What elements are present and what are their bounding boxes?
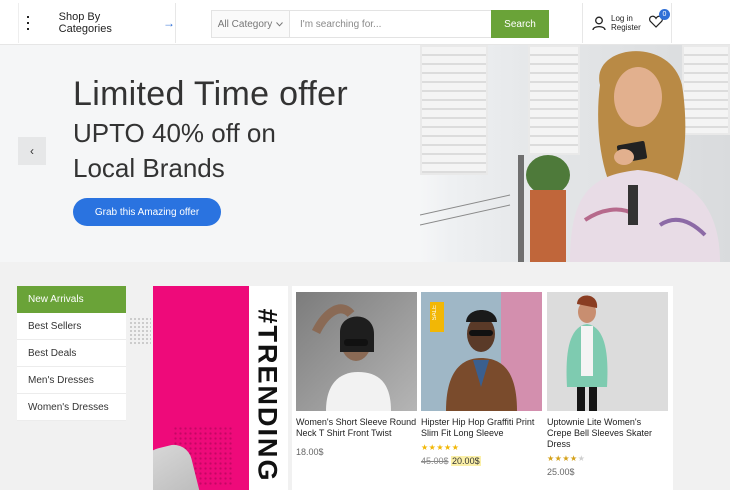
search-bar: All Category Search [211, 10, 549, 38]
chevron-left-icon: ‹ [30, 144, 34, 158]
decorative-dots [129, 317, 151, 345]
products-section: New Arrivals Best Sellers Best Deals Men… [0, 262, 730, 490]
trending-banner[interactable]: #TRENDING [153, 286, 288, 490]
model-illustration [420, 51, 720, 262]
hero-subtitle-line1: UPTO 40% off on [73, 118, 276, 148]
menu-icon [27, 16, 49, 30]
star-empty-icon: ★ [577, 454, 586, 463]
hero-title: Limited Time offer [73, 75, 348, 113]
user-icon[interactable] [592, 16, 606, 31]
hero-model-photo [420, 45, 730, 262]
rating-stars: ★★★★★ [547, 454, 668, 463]
trending-text-wrap: #TRENDING [247, 300, 287, 490]
product-name[interactable]: Uptownie Lite Women's Crepe Bell Sleeves… [547, 417, 668, 450]
page: Shop By Categories → All Category Search… [0, 0, 730, 490]
product-photo-woman-tshirt [296, 292, 417, 411]
product-grid: Women's Short Sleeve Round Neck T Shirt … [292, 286, 673, 490]
login-link[interactable]: Log in [611, 14, 641, 23]
wishlist-count-badge: 0 [659, 9, 670, 20]
top-header: Shop By Categories → All Category Search… [0, 0, 730, 45]
side-menu-item-mens-dresses[interactable]: Men's Dresses [17, 367, 126, 394]
product-old-price: 45.00$ [421, 456, 449, 466]
side-menu-item-best-sellers[interactable]: Best Sellers [17, 313, 126, 340]
register-link[interactable]: Register [611, 23, 641, 32]
login-register-link[interactable]: Log in Register [611, 14, 641, 32]
search-input[interactable] [290, 11, 491, 37]
grab-offer-button[interactable]: Grab this Amazing offer [73, 198, 221, 226]
product-card[interactable]: Uptownie Lite Women's Crepe Bell Sleeves… [547, 292, 668, 477]
product-price: 18.00$ [296, 447, 324, 457]
chevron-down-icon [276, 21, 284, 27]
star-icon: ★★★★ [547, 454, 578, 463]
account-area: Log in Register 0 [582, 3, 672, 43]
category-side-menu: New Arrivals Best Sellers Best Deals Men… [17, 286, 126, 421]
product-photo-woman-green-coat [547, 292, 668, 411]
product-image[interactable] [547, 292, 668, 411]
product-card[interactable]: Women's Short Sleeve Round Neck T Shirt … [296, 292, 417, 457]
product-price: 25.00$ [547, 467, 575, 477]
search-category-label: All Category [217, 18, 273, 30]
product-image[interactable]: SALE [421, 292, 542, 411]
side-menu-item-new-arrivals[interactable]: New Arrivals [17, 286, 126, 313]
hero-banner: ‹ Limited Time offer UPTO 40% off on Loc… [0, 45, 730, 262]
sale-badge-text: SALE [432, 305, 438, 321]
product-card[interactable]: SALE Hipster Hip Hop Graffiti Print Slim… [421, 292, 542, 466]
side-menu-item-womens-dresses[interactable]: Women's Dresses [17, 394, 126, 421]
star-icon: ★★★★★ [421, 443, 460, 452]
hero-subtitle-line2: Local Brands [73, 153, 225, 183]
product-image[interactable] [296, 292, 417, 411]
side-menu-item-best-deals[interactable]: Best Deals [17, 340, 126, 367]
search-button[interactable]: Search [491, 10, 549, 38]
product-price: 20.00$ [451, 456, 481, 466]
product-price-row: 45.00$ 20.00$ [421, 456, 542, 466]
rating-stars: ★★★★★ [421, 443, 542, 452]
shop-by-categories-button[interactable]: Shop By Categories → [18, 3, 176, 43]
search-category-select[interactable]: All Category [212, 11, 290, 37]
trending-text: #TRENDING [252, 307, 283, 483]
carousel-prev-button[interactable]: ‹ [18, 137, 46, 165]
product-name[interactable]: Hipster Hip Hop Graffiti Print Slim Fit … [421, 417, 542, 439]
product-name[interactable]: Women's Short Sleeve Round Neck T Shirt … [296, 417, 417, 439]
sale-badge: SALE [430, 302, 444, 332]
arrow-right-icon: → [163, 16, 175, 30]
categories-label: Shop By Categories [58, 11, 112, 35]
